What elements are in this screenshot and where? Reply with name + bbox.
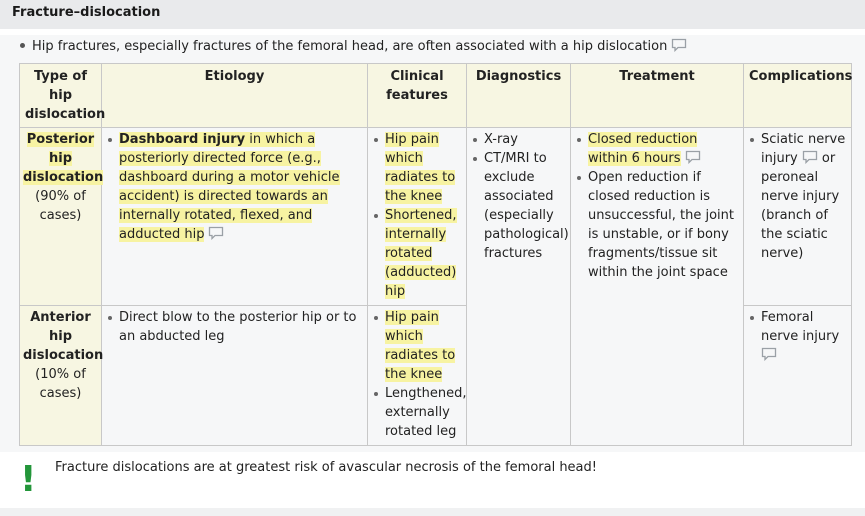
clinical-anterior-1: Hip pain which radiates to the knee [385, 310, 456, 382]
complication-peroneal: or peroneal nerve injury (branch of the … [761, 151, 840, 261]
exclamation-icon: ! [20, 459, 37, 500]
etiology-posterior-text: in which a posteriorly directed force (e… [119, 132, 340, 242]
table-header-row: Type of hip dislocation Etiology Clinica… [19, 63, 852, 128]
cell-complications-anterior: Femoral nerve injury [743, 305, 852, 446]
header-diagnostics: Diagnostics [466, 63, 571, 128]
bottom-strip [0, 508, 865, 516]
cell-etiology-posterior: Dashboard injury in which a posteriorly … [101, 127, 368, 306]
hip-dislocation-table: Type of hip dislocation Etiology Clinica… [19, 63, 852, 446]
comment-icon[interactable] [761, 347, 777, 361]
header-type: Type of hip dislocation [19, 63, 105, 128]
comment-icon[interactable] [685, 150, 701, 164]
header-etiology: Etiology [101, 63, 368, 128]
cell-diagnostics: X-ray CT/MRI to exclude associated (espe… [466, 127, 571, 446]
comment-icon[interactable] [671, 38, 687, 52]
callout-text: Fracture dislocations are at greatest ri… [55, 460, 597, 475]
complication-femoral: Femoral nerve injury [761, 310, 840, 344]
anterior-pct: (10% of cases) [35, 367, 86, 401]
anterior-name: Anterior hip dislocation [23, 310, 104, 363]
treatment-item-1: Closed reduction within 6 hours [588, 132, 698, 166]
callout-box: ! Fracture dislocations are at greatest … [0, 452, 865, 508]
header-treatment: Treatment [570, 63, 744, 128]
intro-text: Hip fractures, especially fractures of t… [32, 39, 668, 54]
comment-icon[interactable] [208, 226, 224, 240]
clinical-posterior-2: Shortened, internally rotated (adducted)… [385, 208, 457, 299]
clinical-posterior-1: Hip pain which radiates to the knee [385, 132, 456, 204]
comment-icon[interactable] [802, 150, 818, 164]
treatment-item-2: Open reduction if closed reduction is un… [576, 168, 738, 282]
intro-bullet: Hip fractures, especially fractures of t… [0, 35, 865, 57]
row-head-posterior: Posterior hip dislocation (90% of cases) [19, 127, 104, 306]
cell-treatment: Closed reduction within 6 hours Open red… [570, 127, 744, 446]
cell-clinical-posterior: Hip pain which radiates to the knee Shor… [367, 127, 467, 306]
posterior-name: Posterior hip dislocation [23, 132, 104, 185]
posterior-pct: (90% of cases) [35, 189, 86, 223]
diagnostics-item-2: CT/MRI to exclude associated (especially… [472, 149, 569, 263]
table-container: Type of hip dislocation Etiology Clinica… [0, 57, 865, 452]
header-complications: Complications [743, 63, 852, 128]
cell-etiology-anterior: Direct blow to the posterior hip or to a… [101, 305, 368, 446]
row-head-anterior: Anterior hip dislocation (10% of cases) [19, 305, 104, 446]
cell-clinical-anterior: Hip pain which radiates to the knee Leng… [367, 305, 467, 446]
etiology-anterior-text: Direct blow to the posterior hip or to a… [107, 308, 362, 346]
table-row-posterior: Posterior hip dislocation (90% of cases)… [19, 127, 852, 446]
section-title[interactable]: Fracture–dislocation [0, 0, 865, 29]
cell-complications-posterior: Sciatic nerve injury or peroneal nerve i… [743, 127, 852, 306]
header-clinical: Clinical features [367, 63, 467, 128]
dashboard-injury-term[interactable]: Dashboard injury [119, 132, 245, 147]
diagnostics-item-1: X-ray [472, 130, 565, 149]
clinical-anterior-2: Lengthened, externally rotated leg [373, 384, 466, 441]
bullet-dot [20, 43, 25, 48]
